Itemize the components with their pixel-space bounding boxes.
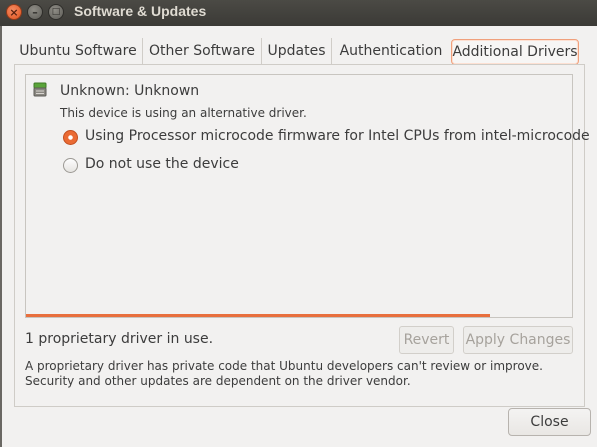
window-edge: [0, 26, 2, 447]
apply-changes-button[interactable]: Apply Changes: [463, 326, 573, 354]
maximize-icon: □: [51, 6, 61, 17]
window-title: Software & Updates: [74, 3, 207, 19]
driver-progress-bar: [26, 314, 491, 317]
window-minimize-button[interactable]: –: [27, 4, 43, 20]
close-button[interactable]: Close: [508, 408, 591, 436]
tab-additional-drivers[interactable]: Additional Drivers: [451, 39, 579, 65]
revert-button[interactable]: Revert: [399, 326, 454, 354]
device-description: This device is using an alternative driv…: [60, 106, 307, 120]
device-name: Unknown: Unknown: [60, 83, 200, 99]
tab-other-software[interactable]: Other Software: [143, 38, 262, 64]
tab-ubuntu-software[interactable]: Ubuntu Software: [14, 38, 143, 64]
radio-do-not-use[interactable]: [63, 158, 78, 173]
chip-icon: [33, 82, 47, 97]
title-bar: × – □ Software & Updates: [0, 0, 597, 26]
radio-label-do-not-use[interactable]: Do not use the device: [85, 156, 239, 172]
minimize-icon: –: [32, 5, 38, 19]
tab-authentication[interactable]: Authentication: [332, 38, 450, 64]
driver-status-text: 1 proprietary driver in use.: [25, 331, 214, 347]
tab-updates[interactable]: Updates: [262, 38, 332, 64]
radio-intel-microcode[interactable]: [63, 130, 78, 145]
proprietary-driver-note: A proprietary driver has private code th…: [25, 359, 543, 388]
window-close-button[interactable]: ×: [6, 4, 22, 20]
window-maximize-button[interactable]: □: [48, 4, 64, 20]
radio-label-intel-microcode[interactable]: Using Processor microcode firmware for I…: [85, 128, 590, 144]
close-icon: ×: [9, 5, 19, 19]
